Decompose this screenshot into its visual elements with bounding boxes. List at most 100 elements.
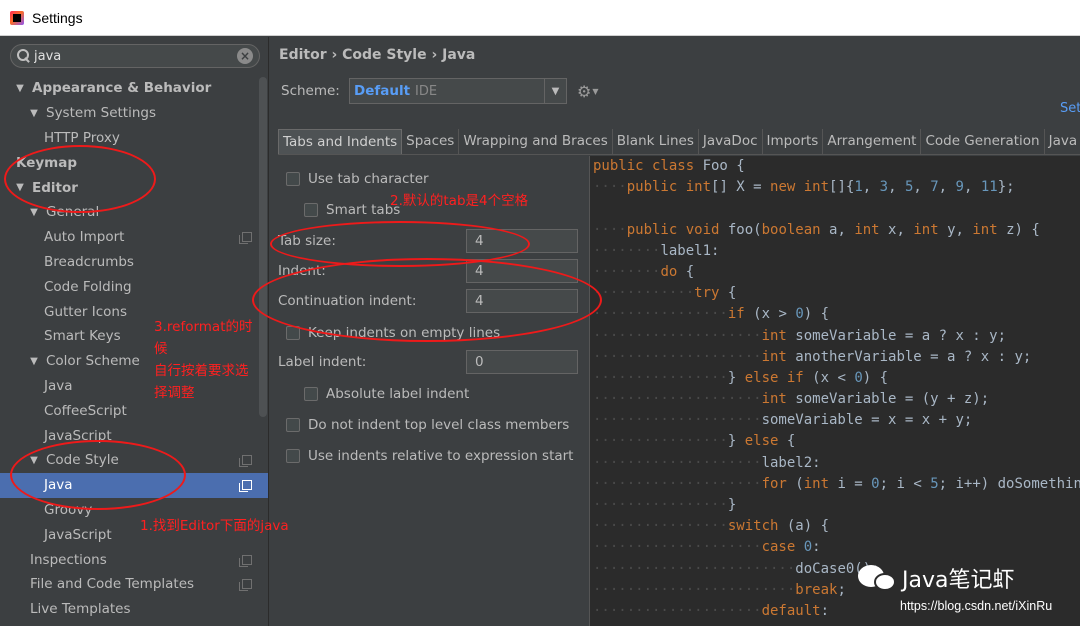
intellij-app-icon bbox=[10, 10, 24, 25]
use-tab-character-checkbox[interactable] bbox=[286, 172, 300, 186]
annotation-reformat-line1: 3.reformat的时 bbox=[154, 319, 253, 335]
expand-arrow-icon[interactable]: ▼ bbox=[28, 207, 40, 218]
code-token: , bbox=[913, 179, 931, 196]
no-indent-top-level-row[interactable]: Do not indent top level class members bbox=[286, 417, 569, 433]
scheme-dropdown[interactable]: Default IDE ▼ bbox=[349, 78, 567, 104]
annotation-find-java: 1.找到Editor下面的java bbox=[140, 518, 289, 534]
code-token: : bbox=[820, 602, 830, 619]
tree-item-label: Breadcrumbs bbox=[44, 253, 134, 270]
code-token: label1: bbox=[660, 242, 720, 259]
tree-item[interactable]: ▼ Appearance & Behavior bbox=[0, 76, 268, 101]
tree-item[interactable]: Auto Import bbox=[0, 225, 268, 250]
code-token: ················ bbox=[593, 497, 728, 513]
annotation-reformat-line4: 择调整 bbox=[154, 385, 195, 401]
use-tab-character-label: Use tab character bbox=[308, 171, 429, 187]
tab-blank-lines[interactable]: Blank Lines bbox=[613, 129, 699, 154]
code-token: 7 bbox=[930, 179, 939, 196]
code-token: ; i < bbox=[879, 475, 931, 492]
tree-item[interactable]: File and Code Templates bbox=[0, 572, 268, 597]
code-token: foo( bbox=[727, 221, 762, 238]
code-token: 11 bbox=[980, 179, 998, 196]
code-token: 5 bbox=[930, 475, 939, 492]
code-style-tabs: Tabs and Indents Spaces Wrapping and Brace… bbox=[278, 129, 1080, 155]
window-title: Settings bbox=[32, 9, 83, 26]
code-token: public int bbox=[626, 179, 712, 196]
tree-item-label: Live Templates bbox=[30, 601, 131, 618]
code-token: ········ bbox=[593, 263, 661, 280]
code-token: } bbox=[727, 433, 745, 450]
clear-search-icon[interactable]: × bbox=[237, 48, 253, 64]
absolute-label-indent-row[interactable]: Absolute label indent bbox=[304, 386, 469, 402]
code-token: ························ bbox=[593, 581, 796, 598]
expand-arrow-icon[interactable]: ▼ bbox=[28, 356, 40, 367]
indents-relative-checkbox[interactable] bbox=[286, 449, 300, 463]
code-token: ) { bbox=[862, 369, 889, 386]
smart-tabs-row[interactable]: Smart tabs bbox=[304, 202, 400, 218]
code-token: , bbox=[963, 179, 981, 196]
tab-wrapping-and-braces[interactable]: Wrapping and Braces bbox=[459, 129, 613, 154]
code-token: { bbox=[685, 263, 695, 280]
window-title-bar: Settings bbox=[0, 0, 1080, 36]
code-line: ····················someVariable = x = x… bbox=[590, 410, 1080, 431]
tab-tabs-and-indents[interactable]: Tabs and Indents bbox=[278, 129, 403, 154]
code-line: ················switch (a) { bbox=[590, 516, 1080, 537]
tree-item[interactable]: Inspections bbox=[0, 547, 268, 572]
expand-arrow-icon[interactable]: ▼ bbox=[28, 108, 40, 119]
copy-scheme-icon bbox=[239, 232, 252, 245]
code-token: ; bbox=[837, 581, 846, 598]
code-token: ···················· bbox=[593, 539, 762, 556]
tab-spaces[interactable]: Spaces bbox=[402, 129, 460, 154]
expand-arrow-icon[interactable]: ▼ bbox=[14, 83, 26, 94]
no-indent-top-level-checkbox[interactable] bbox=[286, 418, 300, 432]
code-token: ···················· bbox=[593, 454, 762, 471]
label-indent-input[interactable]: 0 bbox=[466, 350, 578, 374]
set-from-link[interactable]: Set bbox=[1060, 101, 1080, 116]
tab-java-ee-names[interactable]: Java EE Names bbox=[1045, 129, 1080, 154]
code-token: 3 bbox=[879, 179, 889, 196]
search-input[interactable] bbox=[34, 48, 230, 64]
tab-imports[interactable]: Imports bbox=[763, 129, 824, 154]
code-preview[interactable]: public class Foo {····public int[] X = n… bbox=[589, 156, 1080, 626]
label-indent-label: Label indent: bbox=[278, 354, 367, 370]
code-token: 9 bbox=[955, 179, 964, 196]
copy-scheme-icon bbox=[239, 455, 252, 468]
code-token: ; i++) doSomething(i); bbox=[938, 475, 1080, 492]
code-token: ···················· bbox=[593, 348, 762, 365]
code-token: ················ bbox=[593, 306, 728, 323]
annotation-reformat-line3: 自行按着要求选 bbox=[154, 363, 249, 379]
tree-item[interactable]: Code Folding bbox=[0, 274, 268, 299]
gear-caret-icon[interactable]: ▼ bbox=[592, 87, 598, 96]
code-token: ···················· bbox=[593, 602, 762, 619]
gear-icon[interactable]: ⚙ bbox=[577, 82, 591, 101]
annotation-reformat: 3.reformat的时 候 自行按着要求选 择调整 bbox=[154, 316, 274, 404]
tab-code-generation[interactable]: Code Generation bbox=[921, 129, 1045, 154]
tab-javadoc[interactable]: JavaDoc bbox=[699, 129, 763, 154]
dropdown-arrow-icon[interactable]: ▼ bbox=[544, 79, 566, 103]
code-line: ········label1: bbox=[590, 241, 1080, 262]
code-token: label2: bbox=[761, 454, 821, 471]
indents-relative-row[interactable]: Use indents relative to expression start bbox=[286, 448, 573, 464]
absolute-label-indent-checkbox[interactable] bbox=[304, 387, 318, 401]
tree-item[interactable]: HTTP Proxy bbox=[0, 126, 268, 151]
tree-item-label: Java bbox=[44, 377, 73, 394]
indents-relative-label: Use indents relative to expression start bbox=[308, 448, 574, 464]
breadcrumb: Editor › Code Style › Java bbox=[279, 47, 476, 63]
code-token: int bbox=[913, 221, 948, 238]
tree-item[interactable]: Breadcrumbs bbox=[0, 250, 268, 275]
code-line: ····················for (int i = 0; i < … bbox=[590, 474, 1080, 495]
code-token: do bbox=[660, 263, 686, 280]
tree-item[interactable]: Live Templates bbox=[0, 597, 268, 622]
smart-tabs-checkbox[interactable] bbox=[304, 203, 318, 217]
code-line: ····public int[] X = new int[]{1, 3, 5, … bbox=[590, 177, 1080, 198]
tree-item-label: Appearance & Behavior bbox=[32, 80, 212, 97]
code-token: ···· bbox=[593, 179, 627, 196]
use-tab-character-row[interactable]: Use tab character bbox=[286, 171, 429, 187]
settings-search-box[interactable]: × bbox=[10, 44, 260, 68]
search-icon bbox=[16, 48, 32, 64]
tab-arrangement[interactable]: Arrangement bbox=[823, 129, 922, 154]
code-token: ···· bbox=[593, 221, 627, 238]
code-token: int bbox=[803, 475, 838, 492]
tree-item[interactable]: ▼ System Settings bbox=[0, 101, 268, 126]
code-line: ········do { bbox=[590, 262, 1080, 283]
watermark-brand: Java笔记虾 bbox=[902, 568, 1015, 593]
